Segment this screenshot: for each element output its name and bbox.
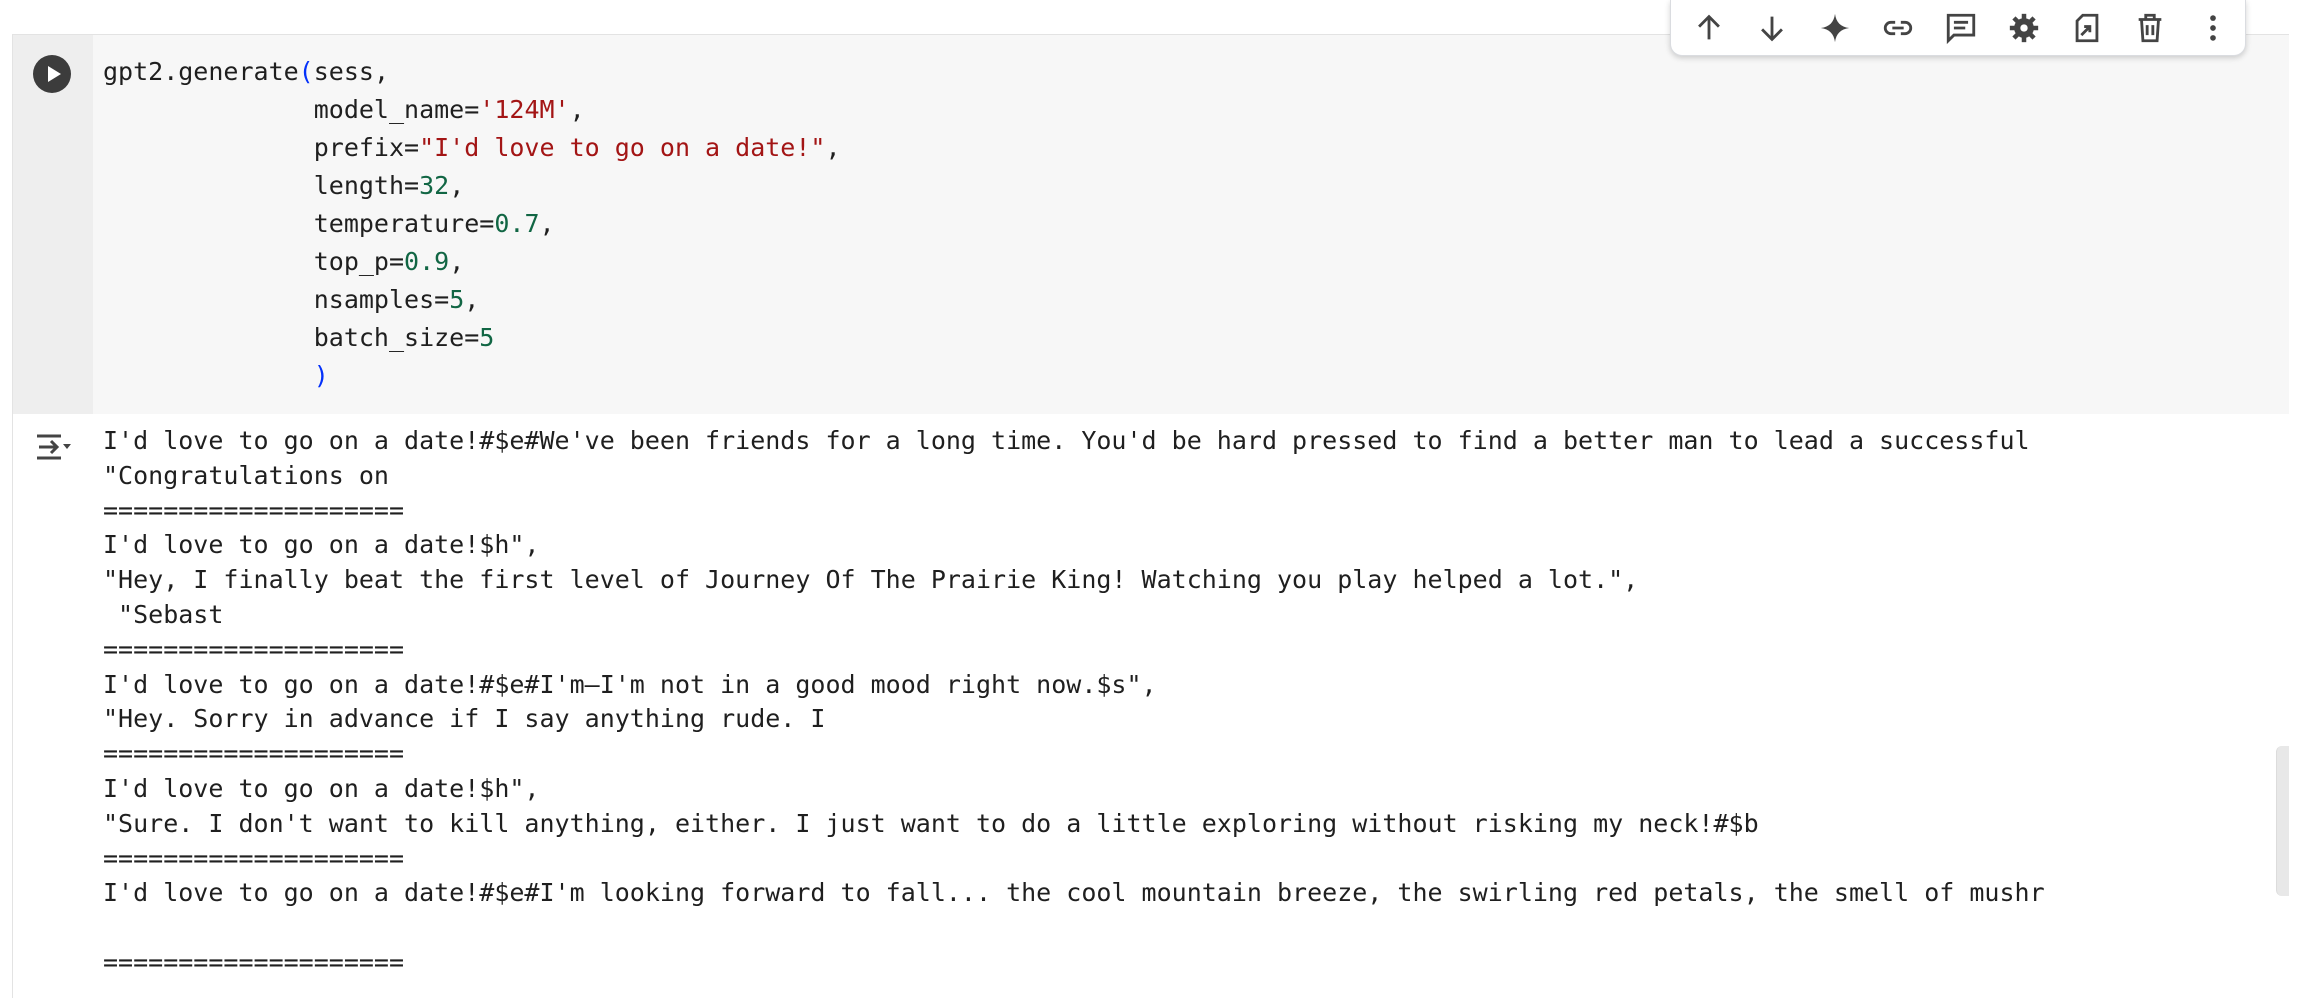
output-text: I'd love to go on a date!#$e#We've been …	[103, 424, 2289, 981]
code-token: top_p=	[103, 247, 405, 276]
code-line: nsamples=5,	[103, 281, 841, 319]
code-token: length=	[103, 171, 420, 200]
code-token: )	[313, 361, 329, 390]
cell-gutter	[13, 35, 93, 414]
notebook-page: gpt2.generate(sess, model_name='124M', p…	[0, 0, 2300, 998]
output-line: "Sure. I don't want to kill anything, ei…	[103, 808, 1759, 838]
output-line: I'd love to go on a date!$h",	[103, 530, 540, 560]
code-line: gpt2.generate(sess,	[103, 53, 841, 91]
move-down-icon	[1760, 16, 1783, 41]
code-line: length=32,	[103, 167, 841, 205]
code-token: ,	[569, 95, 585, 124]
output-line: ====================	[103, 739, 405, 769]
move-up-icon	[1697, 14, 1720, 39]
more-actions-button[interactable]	[2182, 3, 2245, 53]
code-text[interactable]: gpt2.generate(sess, model_name='124M', p…	[103, 53, 841, 395]
code-token: 0.7	[494, 209, 540, 238]
code-token: temperature=	[103, 209, 495, 238]
delete-cell-button[interactable]	[2119, 3, 2182, 53]
output-line: "Hey, I finally beat the first level of …	[103, 565, 1639, 595]
code-token: '124M'	[479, 95, 570, 124]
output-line: ====================	[103, 947, 405, 977]
code-token: ,	[464, 285, 480, 314]
move-cell-down-button[interactable]	[1740, 3, 1803, 53]
gemini-button[interactable]	[1803, 3, 1866, 53]
code-line: temperature=0.7,	[103, 205, 841, 243]
output-line: I'd love to go on a date!#$e#We've been …	[103, 426, 2030, 455]
code-token: ,	[449, 171, 465, 200]
add-comment-button[interactable]	[1929, 3, 1992, 53]
code-token: gpt2.generate	[103, 57, 299, 86]
play-icon	[48, 66, 61, 82]
code-line: top_p=0.9,	[103, 243, 841, 281]
code-line: prefix="I'd love to go on a date!",	[103, 129, 841, 167]
output-line: ====================	[103, 843, 405, 873]
code-token: nsamples=	[103, 285, 450, 314]
code-token: "I'd love to go on a date!"	[419, 133, 826, 162]
code-cell[interactable]: gpt2.generate(sess, model_name='124M', p…	[12, 34, 2289, 998]
comment-icon	[1946, 13, 1976, 44]
output-line: "Congratulations on	[103, 460, 389, 490]
output-line: ====================	[103, 495, 405, 525]
move-cell-up-button[interactable]	[1677, 3, 1740, 53]
sparkle-icon	[1820, 13, 1849, 42]
code-line: model_name='124M',	[103, 91, 841, 129]
output-actions-icon[interactable]	[33, 428, 73, 468]
output-line: "Hey. Sorry in advance if I say anything…	[103, 704, 826, 734]
gear-icon	[2009, 13, 2039, 42]
settings-button[interactable]	[1993, 3, 2056, 53]
code-line: batch_size=5	[103, 319, 841, 357]
run-cell-button[interactable]	[33, 55, 71, 93]
code-token: ,	[539, 209, 555, 238]
code-token: ,	[449, 247, 465, 276]
output-line: I'd love to go on a date!#$e#I'm—I'm not…	[103, 669, 1157, 699]
code-token: prefix=	[103, 133, 420, 162]
code-token: ,	[825, 133, 841, 162]
code-token: batch_size=	[103, 323, 480, 352]
output-line: I'd love to go on a date!#$e#I'm looking…	[103, 878, 2045, 908]
more-vert-icon	[2210, 14, 2217, 41]
code-line: )	[103, 357, 841, 395]
trash-icon	[2138, 13, 2162, 42]
cell-output: I'd love to go on a date!#$e#We've been …	[13, 414, 2289, 998]
output-line: ====================	[103, 634, 405, 664]
code-token: 5	[449, 285, 465, 314]
code-token: 32	[419, 171, 450, 200]
code-token: 0.9	[404, 247, 450, 276]
link-icon	[1883, 20, 1912, 35]
code-editor[interactable]: gpt2.generate(sess, model_name='124M', p…	[13, 35, 2289, 414]
cell-toolbar	[1670, 0, 2246, 56]
output-line: "Sebast	[103, 599, 224, 629]
output-line: I'd love to go on a date!$h",	[103, 773, 540, 803]
copy-link-button[interactable]	[1866, 3, 1929, 53]
code-token: sess,	[313, 57, 389, 86]
code-token: 5	[479, 323, 495, 352]
mirror-cell-icon	[2075, 13, 2099, 42]
mirror-cell-button[interactable]	[2056, 3, 2119, 53]
code-token: model_name=	[103, 95, 480, 124]
code-token: (	[298, 57, 314, 86]
scrollbar-thumb[interactable]	[2276, 746, 2289, 896]
